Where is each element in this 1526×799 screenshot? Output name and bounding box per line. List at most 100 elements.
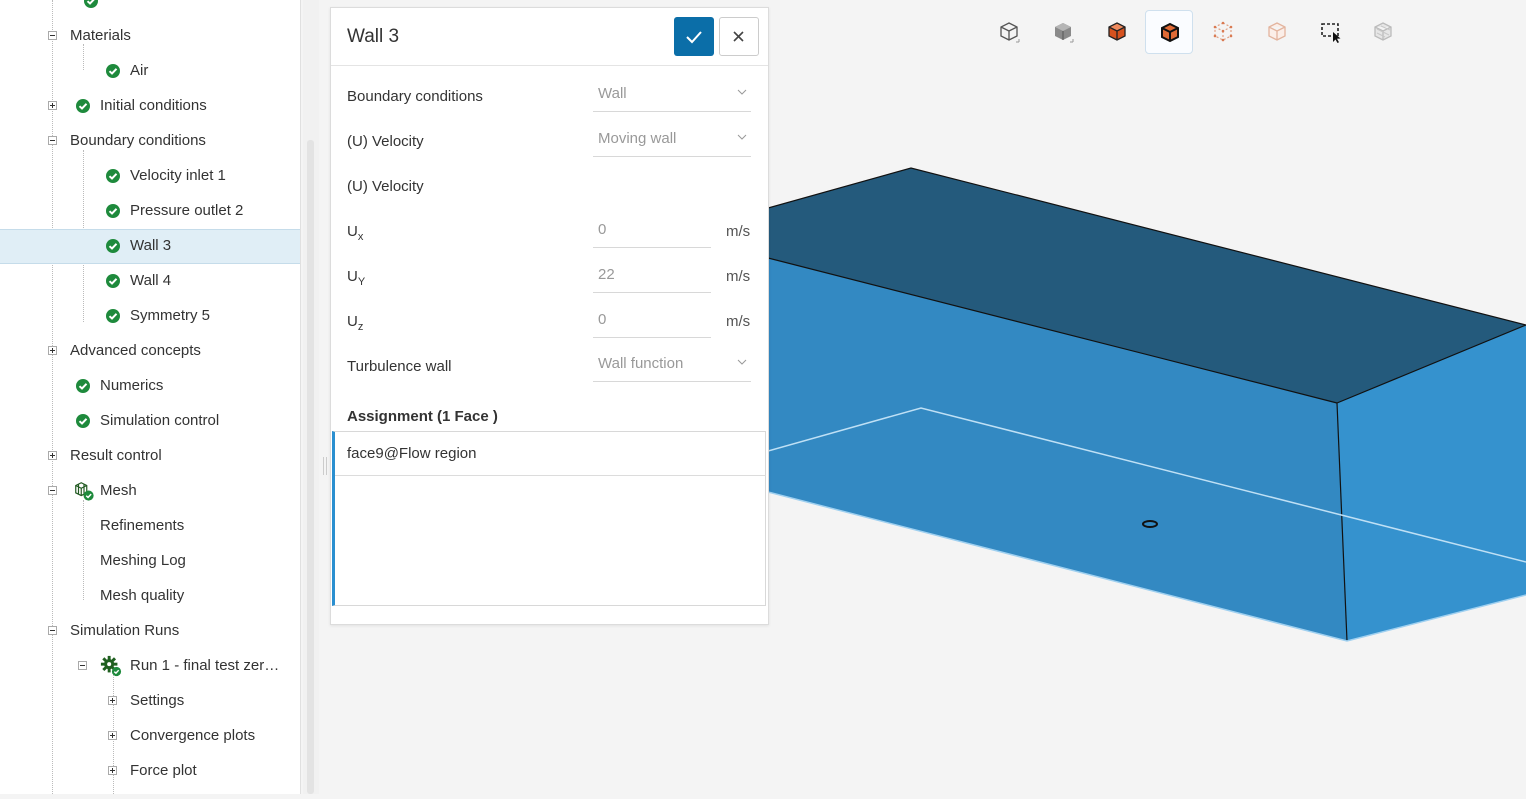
tree-item-symmetry-5[interactable]: Symmetry 5 [0,299,300,333]
expand-toggle[interactable] [108,731,117,740]
tree-item-simulation-control[interactable]: Simulation control [0,404,300,438]
expand-toggle[interactable] [48,101,57,110]
check-icon [106,169,120,183]
wireframe-view-button[interactable] [985,10,1033,54]
select-value: Wall function [598,355,684,372]
check-icon [106,309,120,323]
collapse-toggle[interactable] [48,31,57,40]
mesh-icon [75,482,94,501]
dialog-header: Wall 3 [331,8,768,66]
tree-item-label: Wall 3 [130,237,172,254]
transparent-cube-icon [1268,22,1286,41]
expand-toggle[interactable] [108,696,117,705]
chevron-down-icon [737,89,747,95]
select-value: Wall [598,85,627,102]
check-icon [76,379,90,393]
input-value: 0 [598,311,607,328]
uz-unit: m/s [726,313,751,330]
expand-toggle[interactable] [48,451,57,460]
tree-item-label: Mesh [100,482,137,499]
collapse-toggle[interactable] [78,661,87,670]
solid-with-edges-button[interactable] [1093,10,1141,54]
tree-item-label: Wall 4 [130,272,172,289]
uz-label-main: U [347,313,358,330]
tree-item-simulation-runs[interactable]: Simulation Runs [0,614,300,648]
tree-item-run-1[interactable]: Run 1 - final test zer… [0,649,300,683]
solid-view-button[interactable] [1039,10,1087,54]
tree-item-force-plot[interactable]: Force plot [0,754,300,788]
tree-item-label: Boundary conditions [70,132,206,149]
box-select-icon [1321,23,1341,43]
dialog-title: Wall 3 [347,26,400,47]
confirm-button[interactable] [674,17,714,56]
ux-label-sub: x [357,231,364,243]
close-button[interactable] [719,17,759,56]
collapse-toggle[interactable] [48,626,57,635]
uy-unit: m/s [726,268,751,285]
tree-item-wall-3[interactable]: Wall 3 [0,229,300,264]
box-select-button[interactable] [1307,10,1355,54]
velocity-type-select[interactable]: Moving wall [593,124,751,157]
uy-label-main: U [347,268,358,285]
tree-item-boundary-conditions[interactable]: Boundary conditions [0,124,300,158]
tree-item-label: Force plot [130,762,197,779]
panel-splitter-handle[interactable] [323,457,327,475]
tree-item-label: Result control [70,447,162,464]
tree-item-air[interactable]: Air [0,54,300,88]
assignment-item[interactable]: face9@Flow region [335,432,766,476]
tree-item-convergence-plots[interactable]: Convergence plots [0,719,300,753]
points-view-button[interactable] [1199,10,1247,54]
boundary-conditions-select[interactable]: Wall [593,79,751,112]
input-value: 0 [598,221,607,238]
uy-input[interactable]: 22 [593,260,711,293]
collapse-toggle[interactable] [48,486,57,495]
tree-item-label: Simulation control [100,412,220,429]
tree-item-label: Refinements [100,517,185,534]
check-icon [106,204,120,218]
tree-item-meshing-log[interactable]: Meshing Log [0,544,300,578]
solid-cube-icon [1055,23,1074,43]
tree-item-label: Advanced concepts [70,342,201,359]
tree-item-wall-4[interactable]: Wall 4 [0,264,300,298]
tree-item-label: Materials [70,27,131,44]
tree-item-label: Mesh quality [100,587,185,604]
orange-solid-cube-icon [1108,22,1126,41]
check-icon [84,0,98,8]
points-cube-icon [1213,21,1233,42]
tree-item-materials[interactable]: Materials [0,19,300,53]
uz-input[interactable]: 0 [593,305,711,338]
assignment-list[interactable]: face9@Flow region [332,431,766,606]
check-icon [106,239,120,253]
collapse-toggle[interactable] [48,136,57,145]
uy-label-sub: Y [357,276,366,288]
transparent-view-button[interactable] [1253,10,1301,54]
hidden-view-button[interactable] [1359,10,1407,54]
tree-item-settings[interactable]: Settings [0,684,300,718]
tree-item-refinements[interactable]: Refinements [0,509,300,543]
hidden-cube-icon [1374,22,1392,41]
3d-viewport[interactable] [767,0,1526,794]
tree-item-mesh[interactable]: Mesh [0,474,300,508]
velocity-type-label: (U) Velocity [347,133,424,150]
velocity-section-label: (U) Velocity [347,178,424,195]
tree-scrollbar-thumb[interactable] [307,140,314,794]
expand-toggle[interactable] [108,766,117,775]
tree-item-label: Convergence plots [130,727,256,744]
tree-item-mesh-quality[interactable]: Mesh quality [0,579,300,613]
turbulence-wall-select[interactable]: Wall function [593,349,751,382]
ux-input[interactable]: 0 [593,215,711,248]
tree-item-velocity-inlet-1[interactable]: Velocity inlet 1 [0,159,300,193]
select-value: Moving wall [598,130,677,147]
tree-item-label: Settings [130,692,185,709]
view-toolbar [985,10,1415,56]
simulation-tree: Materials Air Initial conditions Boundar… [0,0,301,794]
edges-view-button[interactable] [1145,10,1193,54]
tree-item-result-control[interactable]: Result control [0,439,300,473]
tree-item-advanced-concepts[interactable]: Advanced concepts [0,334,300,368]
geometry-box[interactable] [767,0,1526,794]
tree-item-initial-conditions[interactable]: Initial conditions [0,89,300,123]
tree-item-numerics[interactable]: Numerics [0,369,300,403]
tree-item-pressure-outlet-2[interactable]: Pressure outlet 2 [0,194,300,228]
check-icon [106,64,120,78]
expand-toggle[interactable] [48,346,57,355]
